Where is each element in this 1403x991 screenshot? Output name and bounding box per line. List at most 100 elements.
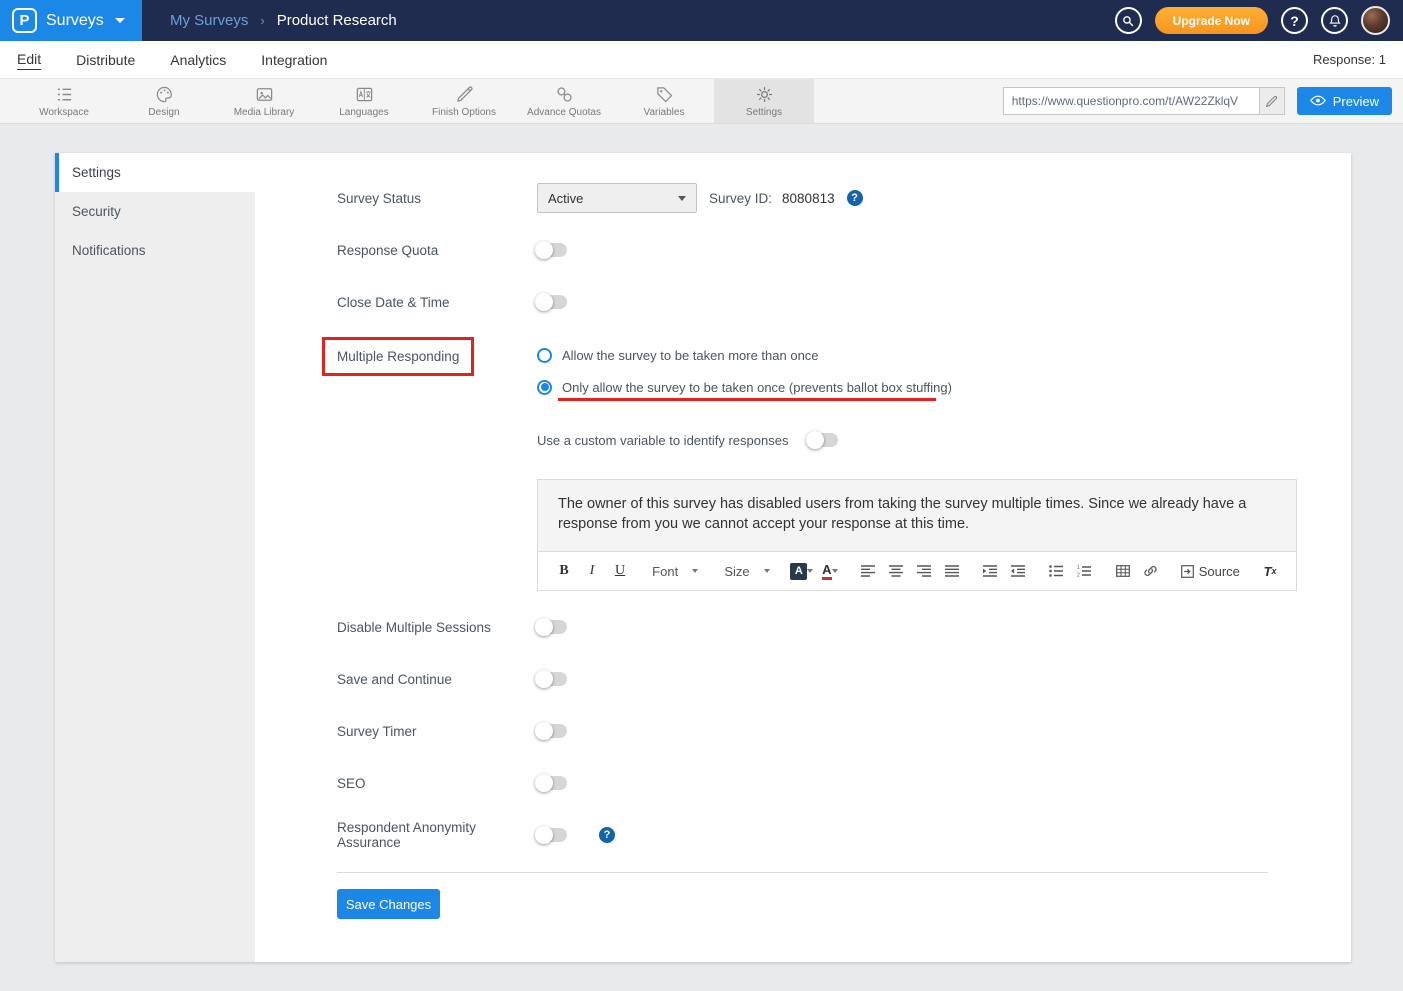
custom-variable-label: Use a custom variable to identify respon… [537, 433, 788, 448]
settings-sidebar: Settings Security Notifications [55, 153, 255, 962]
chevron-down-icon [678, 196, 686, 201]
save-and-continue-row: Save and Continue [337, 664, 1299, 694]
size-dropdown[interactable]: Size [718, 564, 775, 579]
source-button[interactable]: Source [1177, 564, 1244, 579]
disable-multiple-sessions-row: Disable Multiple Sessions [337, 612, 1299, 642]
tab-integration[interactable]: Integration [261, 50, 327, 70]
breadcrumb: My Surveys › Product Research [170, 12, 397, 29]
top-bar: P Surveys My Surveys › Product Research … [0, 0, 1403, 41]
multiple-responding-label: Multiple Responding [337, 349, 459, 364]
disable-multiple-sessions-label: Disable Multiple Sessions [337, 620, 537, 635]
design-palette-icon [155, 85, 174, 104]
seo-label: SEO [337, 776, 537, 791]
text-color-button[interactable]: A [818, 558, 842, 584]
respondent-anonymity-help-icon[interactable]: ? [599, 827, 615, 843]
custom-variable-toggle[interactable] [808, 433, 838, 447]
toolbar-item-workspace[interactable]: Workspace [14, 79, 114, 123]
disable-multiple-sessions-toggle[interactable] [537, 620, 567, 634]
survey-timer-toggle[interactable] [537, 724, 567, 738]
toolbar-item-variables[interactable]: Variables [614, 79, 714, 123]
table-icon[interactable] [1111, 558, 1135, 584]
remove-format-button[interactable]: Tx [1258, 558, 1282, 584]
close-date-row: Close Date & Time [337, 287, 1299, 317]
chevron-down-icon [807, 569, 813, 573]
toolbar-item-finish-options[interactable]: Finish Options [414, 79, 514, 123]
save-and-continue-label: Save and Continue [337, 672, 537, 687]
finish-options-icon [455, 85, 474, 104]
annotation-red-box: Multiple Responding [322, 337, 474, 376]
disabled-message-editor: The owner of this survey has disabled us… [537, 479, 1297, 591]
edit-url-pencil-icon[interactable] [1259, 88, 1284, 114]
search-icon[interactable] [1115, 7, 1142, 34]
respondent-anonymity-toggle[interactable] [537, 828, 567, 842]
breadcrumb-separator-icon: › [260, 13, 264, 28]
survey-status-help-icon[interactable]: ? [847, 190, 863, 206]
settings-gear-icon [755, 85, 774, 104]
workspace-icon [55, 85, 74, 104]
radio-only-once[interactable]: Only allow the survey to be taken once (… [537, 371, 952, 403]
chevron-down-icon [832, 569, 838, 573]
outdent-icon[interactable] [1006, 558, 1030, 584]
breadcrumb-my-surveys[interactable]: My Surveys [170, 12, 248, 29]
sidebar-item-notifications[interactable]: Notifications [55, 231, 255, 270]
align-center-icon[interactable] [884, 558, 908, 584]
toolbar-right: Preview [1003, 79, 1403, 123]
survey-status-row: Survey Status Active Survey ID: 8080813 … [337, 183, 1299, 213]
save-and-continue-toggle[interactable] [537, 672, 567, 686]
response-quota-label: Response Quota [337, 243, 537, 258]
multiple-responding-row: Multiple Responding Allow the survey to … [337, 339, 1299, 403]
font-dropdown[interactable]: Font [646, 564, 704, 579]
link-icon[interactable] [1139, 558, 1163, 584]
help-icon[interactable]: ? [1281, 7, 1308, 34]
survey-url-input[interactable] [1004, 88, 1259, 114]
close-date-label: Close Date & Time [337, 295, 537, 310]
radio-unselected-icon [537, 348, 552, 363]
response-quota-row: Response Quota [337, 235, 1299, 265]
notifications-bell-icon[interactable] [1321, 7, 1348, 34]
survey-status-label: Survey Status [337, 191, 537, 206]
bold-button[interactable]: B [552, 558, 576, 584]
toolbar-item-media-library[interactable]: Media Library [214, 79, 314, 123]
align-right-icon[interactable] [912, 558, 936, 584]
upgrade-now-button[interactable]: Upgrade Now [1155, 7, 1268, 34]
disabled-message-text[interactable]: The owner of this survey has disabled us… [538, 480, 1296, 552]
svg-text:1: 1 [1077, 565, 1080, 571]
tab-distribute[interactable]: Distribute [76, 50, 135, 70]
languages-icon [355, 85, 374, 104]
underline-button[interactable]: U [608, 558, 632, 584]
close-date-toggle[interactable] [537, 295, 567, 309]
response-count[interactable]: Response: 1 [1313, 52, 1386, 67]
preview-button[interactable]: Preview [1297, 87, 1392, 115]
chevron-down-icon [115, 18, 125, 23]
annotation-red-underline [558, 398, 936, 401]
align-justify-icon[interactable] [940, 558, 964, 584]
survey-url-box [1003, 87, 1285, 115]
user-avatar[interactable] [1361, 6, 1390, 35]
sidebar-item-security[interactable]: Security [55, 192, 255, 231]
seo-toggle[interactable] [537, 776, 567, 790]
radio-allow-multiple[interactable]: Allow the survey to be taken more than o… [537, 339, 952, 371]
numbered-list-icon[interactable]: 12 [1072, 558, 1096, 584]
align-left-icon[interactable] [856, 558, 880, 584]
multiple-responding-options: Allow the survey to be taken more than o… [537, 339, 952, 403]
survey-status-select[interactable]: Active [537, 183, 697, 213]
toolbar-item-languages[interactable]: Languages [314, 79, 414, 123]
save-changes-button[interactable]: Save Changes [337, 889, 440, 919]
background-color-button[interactable]: A [790, 558, 814, 584]
tab-analytics[interactable]: Analytics [170, 50, 226, 70]
bullet-list-icon[interactable] [1044, 558, 1068, 584]
eye-icon [1310, 94, 1326, 109]
product-switcher[interactable]: P Surveys [0, 0, 142, 41]
italic-button[interactable]: I [580, 558, 604, 584]
sidebar-item-settings[interactable]: Settings [55, 153, 255, 192]
tab-edit[interactable]: Edit [17, 49, 41, 70]
survey-id-value: 8080813 [782, 191, 835, 206]
toolbar-item-design[interactable]: Design [114, 79, 214, 123]
sidebar-rest: Security Notifications [55, 192, 255, 962]
radio-selected-icon [537, 380, 552, 395]
toolbar-item-advance-quotas[interactable]: Advance Quotas [514, 79, 614, 123]
response-quota-toggle[interactable] [537, 243, 567, 257]
toolbar-item-settings[interactable]: Settings [714, 79, 814, 123]
indent-icon[interactable] [978, 558, 1002, 584]
media-library-icon [255, 85, 274, 104]
